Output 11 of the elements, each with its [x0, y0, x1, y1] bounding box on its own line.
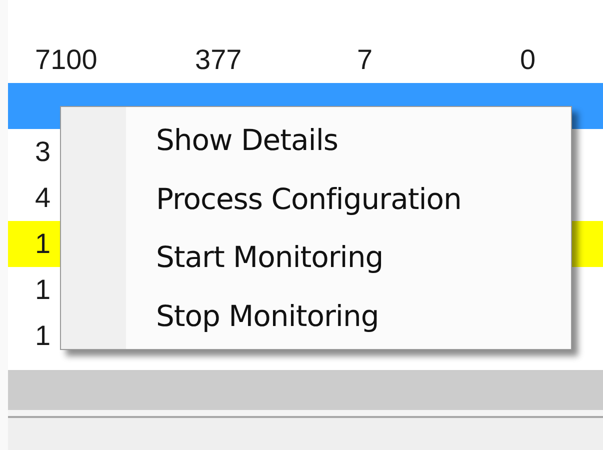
table-row[interactable]: 7100 377 7 0 [8, 37, 603, 83]
menu-item[interactable]: Show Details [156, 115, 462, 174]
table-cell: 1 [35, 274, 51, 305]
table-cell: 1 [35, 228, 51, 259]
menu-item[interactable]: Stop Monitoring [156, 290, 462, 349]
table-cell: 7 [357, 44, 373, 75]
table-cell: 0 [520, 44, 536, 75]
menu-item[interactable]: Process Configuration [156, 174, 462, 232]
table-cell: 377 [195, 44, 242, 75]
menu-item[interactable]: Start Monitoring [156, 232, 462, 290]
table-cell: 7100 [35, 44, 98, 75]
